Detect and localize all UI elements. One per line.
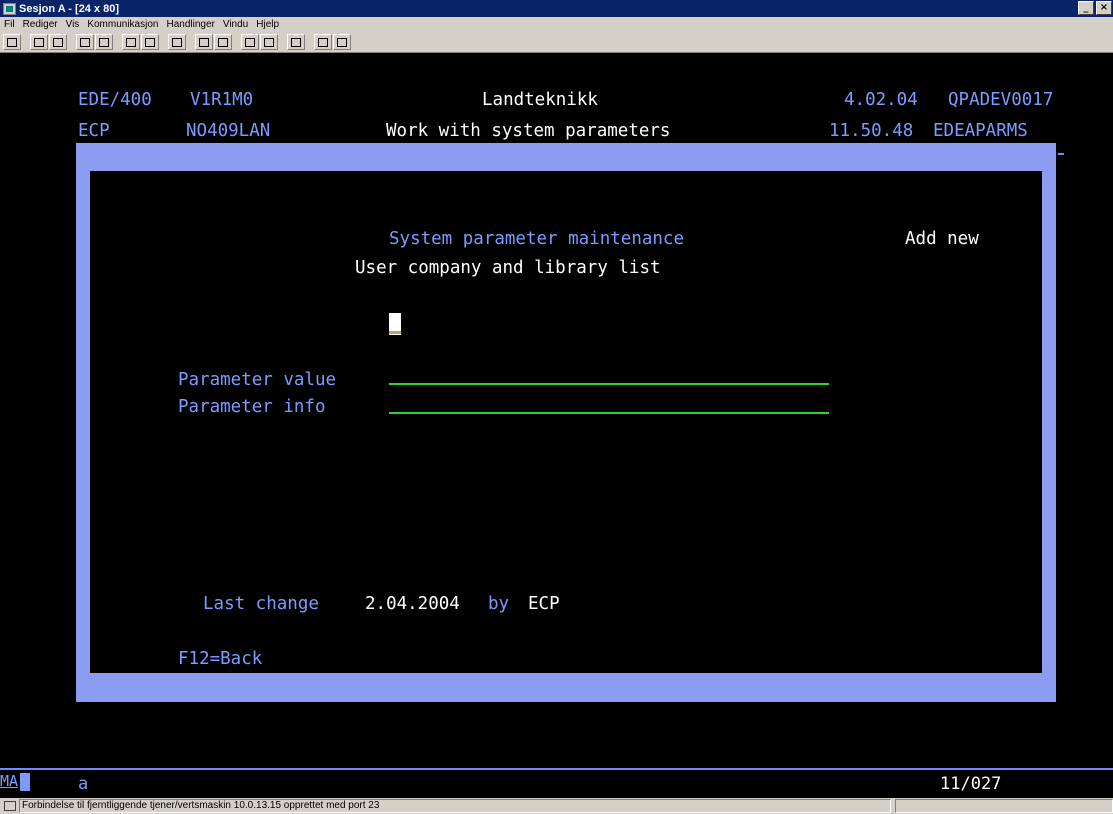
menu-communication[interactable]: Kommunikasjon [87, 19, 158, 30]
print-screen-icon[interactable] [3, 34, 21, 50]
parameter-value-field[interactable] [389, 383, 829, 385]
menu-window[interactable]: Vindu [223, 19, 248, 30]
f12-back-key[interactable]: F12=Back [178, 649, 262, 669]
parameter-info-label: Parameter info [178, 397, 326, 417]
last-change-date: 2.04.2004 [365, 594, 460, 614]
system-name: EDE/400 [78, 90, 152, 110]
send-file-icon[interactable] [76, 34, 94, 50]
window-title: Sesjon A - [24 x 80] [19, 2, 120, 15]
connect-icon[interactable] [241, 34, 259, 50]
toolbar [0, 32, 1113, 53]
cursor-underline [389, 331, 401, 334]
screen-title: Work with system parameters [386, 121, 671, 141]
system-version: V1R1M0 [190, 90, 254, 110]
menu-view[interactable]: Vis [66, 19, 80, 30]
last-change-label: Last change [203, 594, 319, 614]
receive-file-icon[interactable] [95, 34, 113, 50]
parameter-value-label: Parameter value [178, 370, 337, 390]
by-label: by [488, 594, 510, 614]
popup-title: System parameter maintenance [389, 229, 685, 249]
paste-icon[interactable] [49, 34, 67, 50]
copy-icon[interactable] [30, 34, 48, 50]
minimize-button[interactable]: _ [1078, 1, 1094, 15]
window-titlebar: Sesjon A - [24 x 80] _ × [0, 0, 1113, 17]
macro-play-icon[interactable] [214, 34, 232, 50]
macro-record-icon[interactable] [195, 34, 213, 50]
connection-icon [4, 801, 16, 811]
mode-label: Add new [905, 229, 979, 249]
menu-file[interactable]: Fil [4, 19, 15, 30]
clipboard-icon[interactable] [287, 34, 305, 50]
company-name: Landteknikk [482, 90, 598, 110]
connection-message: Forbindelse til fjerntliggende tjener/ve… [19, 799, 891, 813]
close-button[interactable]: × [1096, 1, 1112, 15]
system-available-indicator [20, 773, 30, 791]
popup-subtitle: User company and library list [355, 258, 661, 278]
menu-bar: Fil Rediger Vis Kommunikasjon Handlinger… [0, 17, 1113, 32]
display-icon[interactable] [122, 34, 140, 50]
operator-info-area: MA a 11/027 [0, 770, 1113, 798]
keyboard-icon[interactable] [141, 34, 159, 50]
menu-actions[interactable]: Handlinger [166, 19, 214, 30]
parameter-info-field[interactable] [389, 412, 829, 414]
status-bar: Forbindelse til fjerntliggende tjener/ve… [0, 798, 1113, 814]
header-date: 4.02.04 [844, 90, 918, 110]
menu-help[interactable]: Hjelp [256, 19, 279, 30]
globe-icon[interactable] [314, 34, 332, 50]
lan-id: NO409LAN [186, 121, 271, 141]
header-time: 11.50.48 [829, 121, 914, 141]
disconnect-icon[interactable] [260, 34, 278, 50]
cursor-position: 11/027 [940, 774, 1002, 794]
input-mode-indicator: a [78, 774, 89, 794]
help-icon[interactable] [333, 34, 351, 50]
device-name: QPADEV0017 [948, 90, 1054, 110]
message-waiting-indicator: MA [0, 772, 19, 790]
window-controls: _ × [1078, 1, 1112, 15]
color-map-icon[interactable] [168, 34, 186, 50]
app-icon[interactable] [3, 2, 16, 15]
menu-edit[interactable]: Rediger [23, 19, 58, 30]
status-panel [895, 799, 1113, 813]
user-id: ECP [78, 121, 110, 141]
last-change-user: ECP [528, 594, 560, 614]
program-name: EDEAPARMS [933, 121, 1028, 141]
